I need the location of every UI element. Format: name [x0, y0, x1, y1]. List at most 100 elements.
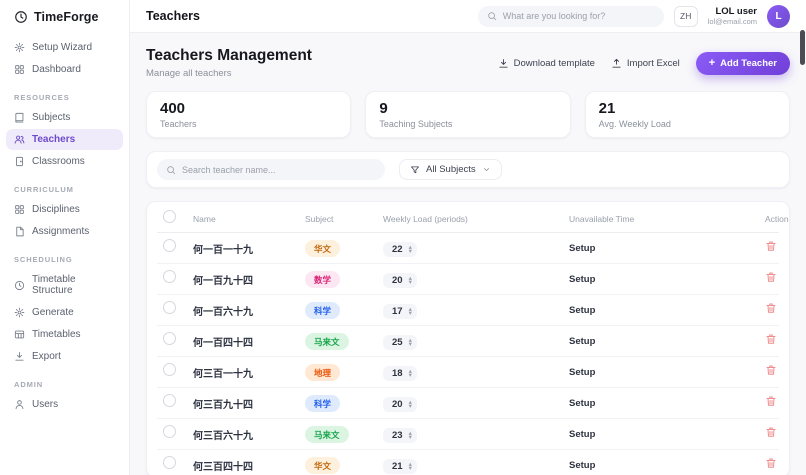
teacher-search[interactable] — [157, 159, 385, 180]
column-header-subject: Subject — [305, 214, 334, 224]
scrollbar[interactable] — [800, 30, 805, 65]
unavailable-time-setup-link[interactable]: Setup — [569, 367, 765, 378]
add-teacher-button[interactable]: + Add Teacher — [695, 51, 790, 75]
subject-badge: 华文 — [305, 240, 341, 258]
weekly-load-value: 20 — [392, 399, 403, 410]
column-header-actions: Actions — [765, 214, 789, 224]
delete-teacher-button[interactable] — [765, 240, 777, 252]
row-checkbox[interactable] — [163, 332, 176, 345]
trash-icon — [765, 302, 777, 314]
row-checkbox[interactable] — [163, 394, 176, 407]
unavailable-time-setup-link[interactable]: Setup — [569, 274, 765, 285]
user-name: LOL user — [715, 5, 757, 17]
row-checkbox[interactable] — [163, 363, 176, 376]
topbar-title: Teachers — [146, 9, 200, 23]
teacher-search-input[interactable] — [182, 164, 376, 175]
delete-teacher-button[interactable] — [765, 333, 777, 345]
sidebar-item-label: Classrooms — [32, 156, 85, 167]
subject-badge: 地理 — [305, 364, 341, 382]
load-stepper[interactable]: ▴ ▾ — [409, 337, 412, 347]
download-template-label: Download template — [513, 57, 595, 69]
load-stepper[interactable]: ▴ ▾ — [409, 430, 412, 440]
unavailable-time-setup-link[interactable]: Setup — [569, 336, 765, 347]
subject-badge: 科学 — [305, 302, 341, 320]
load-stepper[interactable]: ▴ ▾ — [409, 461, 412, 471]
global-search[interactable] — [477, 5, 664, 27]
sidebar-item-subjects[interactable]: Subjects — [6, 107, 123, 128]
unavailable-time-setup-link[interactable]: Setup — [569, 305, 765, 316]
weekly-load-input[interactable]: 20 ▴ ▾ — [383, 397, 417, 412]
sidebar-section-label: CURRICULUM — [14, 185, 74, 194]
row-checkbox[interactable] — [163, 239, 176, 252]
sidebar-item-timetables[interactable]: Timetables — [6, 324, 123, 345]
app-logo[interactable]: TimeForge — [0, 0, 129, 32]
load-stepper[interactable]: ▴ ▾ — [409, 368, 412, 378]
sidebar-item-dashboard[interactable]: Dashboard — [6, 59, 123, 80]
load-stepper[interactable]: ▴ ▾ — [409, 275, 412, 285]
sidebar-item-label: Users — [32, 399, 59, 410]
column-header-weekly-load: Weekly Load (periods) — [383, 214, 468, 224]
delete-teacher-button[interactable] — [765, 426, 777, 438]
page-head: Teachers Management Manage all teachers … — [146, 47, 790, 79]
weekly-load-input[interactable]: 22 ▴ ▾ — [383, 242, 417, 257]
download-template-button[interactable]: Download template — [498, 58, 595, 69]
teacher-name: 何三百九十四 — [193, 399, 253, 411]
weekly-load-input[interactable]: 25 ▴ ▾ — [383, 335, 417, 350]
row-checkbox[interactable] — [163, 456, 176, 469]
delete-teacher-button[interactable] — [765, 457, 777, 469]
subject-filter-value: All Subjects — [426, 164, 476, 175]
sidebar-item-teachers[interactable]: Teachers — [6, 129, 123, 150]
unavailable-time-setup-link[interactable]: Setup — [569, 398, 765, 409]
trash-icon — [765, 271, 777, 283]
import-excel-button[interactable]: Import Excel — [611, 58, 680, 69]
stepper-down-icon[interactable]: ▾ — [409, 248, 412, 254]
sidebar-item-users[interactable]: Users — [6, 394, 123, 415]
global-search-input[interactable] — [502, 11, 655, 21]
row-checkbox[interactable] — [163, 270, 176, 283]
unavailable-time-setup-link[interactable]: Setup — [569, 460, 765, 471]
unavailable-time-setup-link[interactable]: Setup — [569, 243, 765, 254]
select-all-checkbox[interactable] — [163, 210, 176, 223]
funnel-icon — [410, 165, 420, 175]
weekly-load-input[interactable]: 18 ▴ ▾ — [383, 366, 417, 381]
stepper-down-icon[interactable]: ▾ — [409, 341, 412, 347]
sidebar-item-timetable-structure[interactable]: Timetable Structure — [6, 269, 123, 301]
stat-card-teachers: 400 Teachers — [146, 91, 352, 138]
stepper-down-icon[interactable]: ▾ — [409, 310, 412, 316]
weekly-load-input[interactable]: 17 ▴ ▾ — [383, 304, 417, 319]
row-checkbox[interactable] — [163, 425, 176, 438]
weekly-load-input[interactable]: 21 ▴ ▾ — [383, 459, 417, 474]
load-stepper[interactable]: ▴ ▾ — [409, 306, 412, 316]
sidebar-item-classrooms[interactable]: Classrooms — [6, 151, 123, 172]
stepper-down-icon[interactable]: ▾ — [409, 279, 412, 285]
row-checkbox[interactable] — [163, 301, 176, 314]
sidebar-item-assignments[interactable]: Assignments — [6, 221, 123, 242]
trash-icon — [765, 240, 777, 252]
sidebar-item-label: Teachers — [32, 134, 76, 145]
delete-teacher-button[interactable] — [765, 271, 777, 283]
subject-filter-dropdown[interactable]: All Subjects — [399, 159, 502, 180]
stat-card-teaching-subjects: 9 Teaching Subjects — [365, 91, 571, 138]
teacher-name: 何一百六十九 — [193, 306, 253, 318]
delete-teacher-button[interactable] — [765, 395, 777, 407]
weekly-load-input[interactable]: 20 ▴ ▾ — [383, 273, 417, 288]
stepper-down-icon[interactable]: ▾ — [409, 434, 412, 440]
book-icon — [14, 112, 25, 123]
sidebar-item-disciplines[interactable]: Disciplines — [6, 199, 123, 220]
sidebar-item-export[interactable]: Export — [6, 346, 123, 367]
delete-teacher-button[interactable] — [765, 302, 777, 314]
weekly-load-input[interactable]: 23 ▴ ▾ — [383, 428, 417, 443]
load-stepper[interactable]: ▴ ▾ — [409, 399, 412, 409]
language-toggle-button[interactable]: ZH — [673, 5, 698, 27]
teacher-name: 何一百四十四 — [193, 337, 253, 349]
stepper-down-icon[interactable]: ▾ — [409, 372, 412, 378]
stepper-down-icon[interactable]: ▾ — [409, 465, 412, 471]
avatar[interactable]: L — [767, 4, 790, 28]
unavailable-time-setup-link[interactable]: Setup — [569, 429, 765, 440]
load-stepper[interactable]: ▴ ▾ — [409, 244, 412, 254]
stepper-down-icon[interactable]: ▾ — [409, 403, 412, 409]
weekly-load-value: 22 — [392, 244, 403, 255]
sidebar-item-setup-wizard[interactable]: Setup Wizard — [6, 37, 123, 58]
sidebar-item-generate[interactable]: Generate — [6, 302, 123, 323]
delete-teacher-button[interactable] — [765, 364, 777, 376]
